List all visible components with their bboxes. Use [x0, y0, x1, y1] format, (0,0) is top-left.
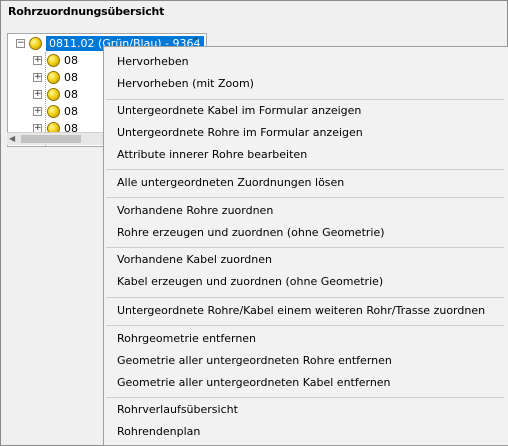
menu-item-show-sub-cables[interactable]: Untergeordnete Kabel im Formular anzeige… — [117, 101, 361, 121]
scrollbar-thumb[interactable] — [21, 135, 81, 143]
pipe-node-icon — [29, 37, 42, 50]
menu-item-release-assignments[interactable]: Alle untergeordneten Zuordnungen lösen — [117, 173, 344, 193]
menu-item-remove-pipe-geometry[interactable]: Rohrgeometrie entfernen — [117, 329, 256, 349]
menu-item-remove-sub-pipe-geometry[interactable]: Geometrie aller untergeordneten Rohre en… — [117, 351, 392, 371]
expand-icon[interactable]: + — [33, 90, 42, 99]
panel-title: Rohrzuordnungsübersicht — [8, 5, 165, 18]
menu-separator — [106, 169, 504, 170]
expand-icon[interactable]: + — [33, 56, 42, 65]
menu-item-create-assign-cables[interactable]: Kabel erzeugen und zuordnen (ohne Geomet… — [117, 272, 383, 292]
menu-separator — [106, 197, 504, 198]
menu-item-pipe-end-plan[interactable]: Rohrendenplan — [117, 422, 200, 442]
menu-item-edit-inner-pipe-attributes[interactable]: Attribute innerer Rohre bearbeiten — [117, 145, 307, 165]
menu-item-create-assign-pipes[interactable]: Rohre erzeugen und zuordnen (ohne Geomet… — [117, 223, 385, 243]
tree-child-label[interactable]: 08 — [64, 70, 78, 85]
menu-separator — [106, 247, 504, 248]
pipe-node-icon — [47, 105, 60, 118]
expand-icon[interactable]: + — [33, 107, 42, 116]
tree-child-label[interactable]: 08 — [64, 87, 78, 102]
menu-separator — [106, 99, 504, 100]
scroll-left-icon[interactable]: ◀ — [9, 133, 15, 145]
menu-separator — [106, 297, 504, 298]
menu-item-highlight[interactable]: Hervorheben — [117, 52, 189, 72]
menu-item-show-sub-pipes[interactable]: Untergeordnete Rohre im Formular anzeige… — [117, 123, 363, 143]
menu-item-remove-sub-cable-geometry[interactable]: Geometrie aller untergeordneten Kabel en… — [117, 373, 391, 393]
pipe-node-icon — [47, 54, 60, 67]
menu-item-assign-existing-cables[interactable]: Vorhandene Kabel zuordnen — [117, 250, 272, 270]
tree-child-label[interactable]: 08 — [64, 53, 78, 68]
tree-child-label[interactable]: 08 — [64, 104, 78, 119]
pipe-node-icon — [47, 88, 60, 101]
menu-separator — [106, 397, 504, 398]
collapse-icon[interactable]: − — [16, 39, 25, 48]
pipe-node-icon — [47, 71, 60, 84]
menu-item-assign-existing-pipes[interactable]: Vorhandene Rohre zuordnen — [117, 201, 273, 221]
menu-item-highlight-zoom[interactable]: Hervorheben (mit Zoom) — [117, 74, 254, 94]
menu-item-pipe-route-overview[interactable]: Rohrverlaufsübersicht — [117, 400, 238, 420]
context-menu: Hervorheben Hervorheben (mit Zoom) Unter… — [103, 46, 508, 446]
horizontal-scrollbar[interactable]: ◀ — [7, 132, 107, 145]
expand-icon[interactable]: + — [33, 73, 42, 82]
menu-item-assign-to-other-pipe[interactable]: Untergeordnete Rohre/Kabel einem weitere… — [117, 301, 485, 321]
menu-separator — [106, 325, 504, 326]
